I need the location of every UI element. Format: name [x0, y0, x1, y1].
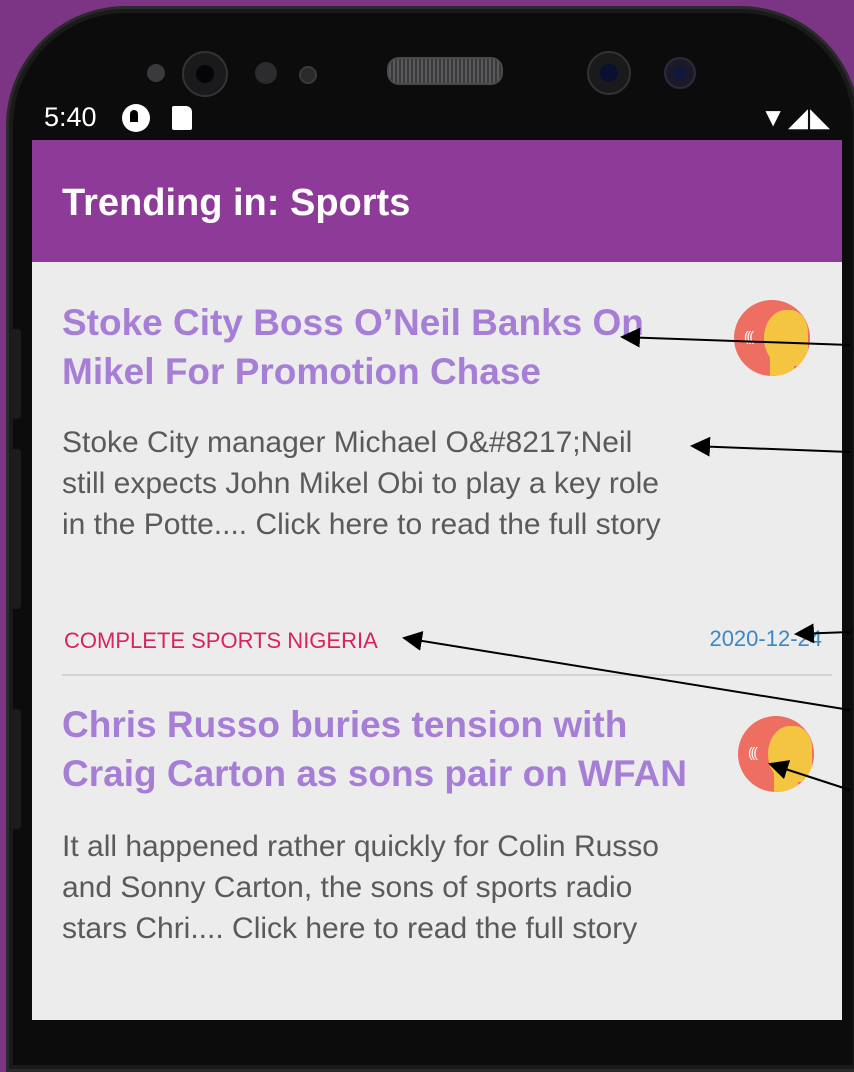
app-screen: Trending in: Sports Stoke City Boss O’Ne… [32, 140, 842, 1020]
text-to-speech-icon[interactable]: ((( [738, 716, 814, 792]
front-camera [587, 51, 631, 95]
earpiece-speaker [387, 57, 503, 85]
connectivity-icons: ▼◢◣ [760, 102, 832, 133]
article-date: 2020-12-24 [709, 626, 822, 651]
status-bar: 5:40 ▼◢◣ [30, 96, 840, 140]
article-title[interactable]: Chris Russo buries tension with Craig Ca… [62, 700, 712, 798]
led-indicator [299, 66, 317, 84]
text-to-speech-icon[interactable]: ((( [734, 300, 810, 376]
battery-icon: ◣ [810, 102, 832, 132]
iris-camera [664, 57, 696, 89]
page-title: Trending in: Sports [62, 182, 411, 224]
bixby-button [11, 709, 21, 829]
wifi-icon: ▼ [760, 102, 788, 132]
article-snippet[interactable]: Stoke City manager Michael O&#8217;Neil … [62, 422, 682, 545]
light-sensor [255, 62, 277, 84]
volume-up-button [11, 329, 21, 419]
app-bar: Trending in: Sports [32, 140, 842, 262]
volume-down-button [11, 449, 21, 609]
sd-card-icon [172, 106, 192, 130]
article-source: COMPLETE SPORTS NIGERIA [64, 628, 378, 653]
status-time: 5:40 [44, 102, 97, 132]
proximity-sensor [147, 64, 165, 82]
notification-icon [122, 104, 150, 132]
signal-icon: ◢ [788, 102, 810, 132]
article-snippet[interactable]: It all happened rather quickly for Colin… [62, 826, 682, 949]
divider [62, 674, 832, 676]
iris-scanner [182, 51, 228, 97]
article-title[interactable]: Stoke City Boss O’Neil Banks On Mikel Fo… [62, 298, 712, 396]
